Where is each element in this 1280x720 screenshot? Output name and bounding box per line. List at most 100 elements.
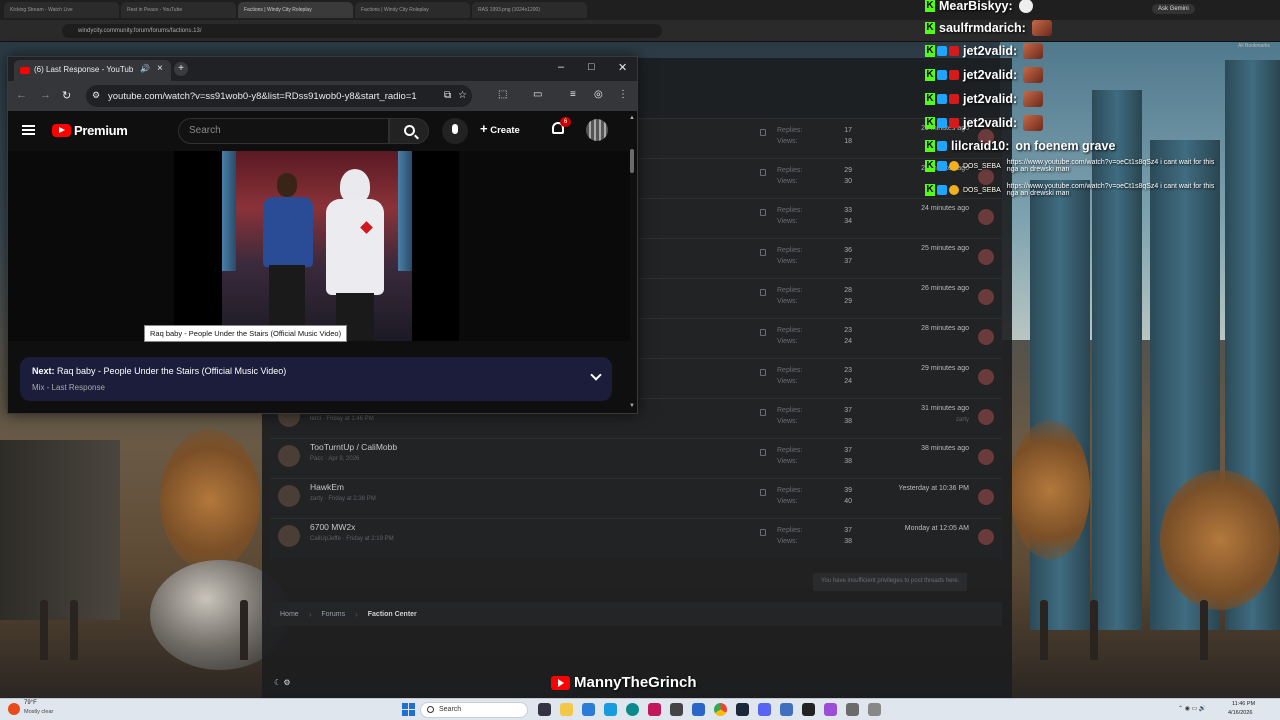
settings-icon[interactable] xyxy=(868,703,881,716)
media-controls-icon[interactable]: ≡ xyxy=(570,89,576,100)
thread-row[interactable]: TooTurntUp / CaliMobb Pacc · Apr 9, 2026 R… xyxy=(270,438,1002,478)
last-post-time[interactable]: 26 minutes ago xyxy=(921,285,969,292)
mail-icon[interactable] xyxy=(604,703,617,716)
discord-icon[interactable] xyxy=(758,703,771,716)
last-poster-avatar[interactable] xyxy=(978,289,994,305)
audio-playing-icon[interactable]: 🔊 xyxy=(140,64,150,73)
weather-temperature[interactable]: 79°F xyxy=(24,700,37,706)
weather-icon[interactable] xyxy=(8,703,20,715)
last-post-time[interactable]: 38 minutes ago xyxy=(921,445,969,452)
last-post-time[interactable]: Monday at 12:05 AM xyxy=(905,525,969,532)
gifter-badge-icon xyxy=(949,118,959,128)
app-icon[interactable] xyxy=(846,703,859,716)
tab-search-icon[interactable]: ▭ xyxy=(533,89,542,100)
menu-icon[interactable] xyxy=(22,125,35,135)
last-post-time[interactable]: Yesterday at 10:36 PM xyxy=(898,485,969,492)
thread-author-avatar[interactable] xyxy=(278,525,300,547)
address-url[interactable]: youtube.com/watch?v=ss91wob0-y8&list=RDs… xyxy=(108,91,417,102)
maximize-icon[interactable]: □ xyxy=(588,61,595,73)
app-icon[interactable] xyxy=(692,703,705,716)
replies-count: 37 xyxy=(844,407,852,414)
voice-search-button[interactable] xyxy=(442,118,468,144)
back-tab[interactable]: Factions | Windy City Roleplay xyxy=(238,2,353,18)
back-tab[interactable]: Rest in Peace - YouTube xyxy=(121,2,236,18)
back-tab[interactable]: Kicking Stream - Watch Live xyxy=(4,2,119,18)
replies-label: Replies: xyxy=(777,167,803,174)
thread-title[interactable]: HawkEm xyxy=(310,482,344,492)
breadcrumb-forums[interactable]: Forums xyxy=(321,611,345,618)
file-explorer-icon[interactable] xyxy=(560,703,573,716)
close-window-icon[interactable]: ✕ xyxy=(618,61,627,74)
profile-icon[interactable]: ◎ xyxy=(594,89,603,100)
last-poster-avatar[interactable] xyxy=(978,449,994,465)
reload-icon[interactable]: ↻ xyxy=(62,89,71,102)
last-poster-avatar[interactable] xyxy=(978,329,994,345)
thread-title[interactable]: 6700 MW2x xyxy=(310,522,355,532)
extensions-icon[interactable]: ⬚ xyxy=(498,89,507,100)
edge-icon[interactable] xyxy=(626,703,639,716)
taskbar-search[interactable]: Search xyxy=(420,702,528,718)
last-poster-avatar[interactable] xyxy=(978,529,994,545)
breadcrumb-faction-center[interactable]: Faction Center xyxy=(368,611,417,618)
system-tray[interactable]: ⌃ ◉ ▭ 🔊 xyxy=(1178,705,1206,712)
next-in-mix-card[interactable]: Next: Raq baby - People Under the Stairs… xyxy=(20,357,612,401)
account-avatar[interactable] xyxy=(586,119,608,141)
breadcrumb-home[interactable]: Home xyxy=(280,611,299,618)
last-poster-avatar[interactable] xyxy=(978,369,994,385)
forward-arrow-icon[interactable]: → xyxy=(40,89,51,101)
premium-label[interactable]: Premium xyxy=(74,123,128,138)
back-tab[interactable]: Factions | Windy City Roleplay xyxy=(355,2,470,18)
last-poster-avatar[interactable] xyxy=(978,489,994,505)
scrollbar-thumb[interactable] xyxy=(630,149,634,173)
thread-row[interactable]: 6700 MW2x CallUpJeffe · Friday at 2:19 PM… xyxy=(270,518,1002,558)
video-player[interactable] xyxy=(8,151,630,341)
thread-author-avatar[interactable] xyxy=(278,445,300,467)
next-prefix: Next: xyxy=(32,366,55,376)
last-poster-avatar[interactable] xyxy=(978,249,994,265)
last-post-time[interactable]: 31 minutes ago xyxy=(921,405,969,412)
back-arrow-icon[interactable]: ← xyxy=(16,89,27,101)
obs-icon[interactable] xyxy=(802,703,815,716)
last-poster-avatar[interactable] xyxy=(978,409,994,425)
minimize-icon[interactable]: – xyxy=(558,61,564,73)
next-video-title[interactable]: Next: Raq baby - People Under the Stairs… xyxy=(32,366,286,376)
youtube-tab[interactable]: (6) Last Response - YouTub 🔊 × xyxy=(14,60,171,81)
video-frame xyxy=(222,151,412,341)
search-input[interactable]: Search xyxy=(178,118,389,144)
chrome-menu-icon[interactable]: ⋮ xyxy=(618,89,628,100)
settings-icon: ☾ ⚙ xyxy=(274,678,291,687)
chevron-down-icon[interactable] xyxy=(590,369,602,381)
last-post-time[interactable]: 25 minutes ago xyxy=(921,245,969,252)
clock-time[interactable]: 11:46 PM xyxy=(1232,701,1255,707)
app-icon[interactable] xyxy=(670,703,683,716)
chrome-icon[interactable] xyxy=(714,703,727,716)
thread-author-avatar[interactable] xyxy=(278,485,300,507)
address-bar[interactable]: ⚙ youtube.com/watch?v=ss91wob0-y8&list=R… xyxy=(86,85,472,107)
weather-description[interactable]: Mostly clear xyxy=(24,709,53,715)
site-info-icon[interactable]: ⚙ xyxy=(92,90,100,101)
youtube-logo-icon[interactable] xyxy=(52,124,71,137)
app-icon[interactable] xyxy=(780,703,793,716)
install-app-icon[interactable]: ⧉ xyxy=(444,90,451,101)
task-view-icon[interactable] xyxy=(538,703,551,716)
bookmark-star-icon[interactable]: ☆ xyxy=(458,90,467,101)
store-icon[interactable] xyxy=(582,703,595,716)
last-post-time[interactable]: 28 minutes ago xyxy=(921,325,969,332)
back-address-bar[interactable]: windycity.community.forum/forums/faction… xyxy=(62,24,662,38)
app-icon[interactable] xyxy=(824,703,837,716)
scroll-down-icon[interactable]: ▼ xyxy=(629,403,635,409)
thread-title[interactable]: TooTurntUp / CaliMobb xyxy=(310,442,397,452)
windows-start-icon[interactable] xyxy=(402,703,415,716)
close-tab-icon[interactable]: × xyxy=(157,63,163,74)
create-button[interactable]: + Create xyxy=(480,121,520,136)
thread-row[interactable]: HawkEm zarty · Friday at 2:38 PM Replies: V… xyxy=(270,478,1002,518)
search-button[interactable] xyxy=(389,118,429,144)
last-post-time[interactable]: 29 minutes ago xyxy=(921,365,969,372)
clock-date[interactable]: 4/16/2026 xyxy=(1228,710,1252,716)
scroll-up-icon[interactable]: ▲ xyxy=(629,115,635,121)
last-poster[interactable]: zarty xyxy=(956,417,969,423)
back-tab[interactable]: RAS 1993.png (1024x1200) xyxy=(472,2,587,18)
app-icon[interactable] xyxy=(648,703,661,716)
steam-icon[interactable] xyxy=(736,703,749,716)
new-tab-button[interactable]: + xyxy=(174,62,188,76)
